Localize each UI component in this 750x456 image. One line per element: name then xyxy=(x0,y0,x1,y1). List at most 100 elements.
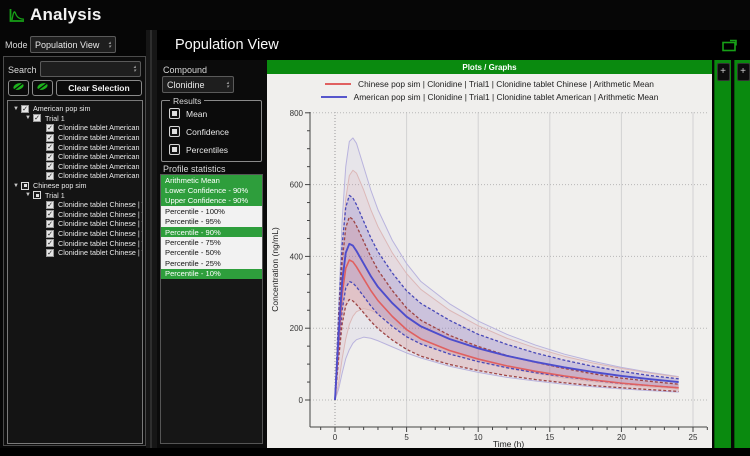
statistic-item[interactable]: Percentile - 25% xyxy=(161,258,262,268)
svg-text:600: 600 xyxy=(290,181,304,190)
tree-item[interactable]: ✓ Clonidine tablet American | Trial xyxy=(8,142,142,152)
checkbox[interactable] xyxy=(169,144,180,155)
checkbox[interactable]: ✓ xyxy=(46,230,54,238)
checkbox[interactable] xyxy=(169,126,180,137)
tree-item[interactable]: ✓ Clonidine tablet American | Trial xyxy=(8,133,142,143)
svg-text:25: 25 xyxy=(689,433,698,442)
tree-item[interactable]: ✓Clonidine tablet Chinese | Trial xyxy=(8,229,142,239)
expander-icon[interactable]: ▼ xyxy=(23,192,33,198)
results-option[interactable]: Confidence xyxy=(169,126,229,137)
tree-item-label: Clonidine tablet American | Trial xyxy=(58,133,142,142)
plot-panel: Plots / Graphs Chinese pop sim | Clonidi… xyxy=(267,60,712,448)
expander-icon[interactable]: ▼ xyxy=(11,183,21,189)
tree-item-label: Clonidine tablet American | Trial xyxy=(58,171,142,180)
checkbox[interactable]: ✓ xyxy=(21,105,29,113)
statistic-item[interactable]: Percentile - 100% xyxy=(161,206,262,216)
panel-splitter[interactable] xyxy=(146,30,157,448)
tree-item-label: Trial 1 xyxy=(45,114,65,123)
tree-item-label: Clonidine tablet American | Trial xyxy=(58,162,142,171)
plots-graphs-titlebar: Plots / Graphs xyxy=(267,60,712,74)
checkbox[interactable]: ✓ xyxy=(46,201,54,209)
checkbox[interactable]: ✓ xyxy=(46,124,54,132)
analysis-icon xyxy=(9,8,25,28)
checkbox[interactable]: ✓ xyxy=(46,220,54,228)
tree-item[interactable]: ✓Clonidine tablet Chinese | Trial xyxy=(8,200,142,210)
svg-text:10: 10 xyxy=(474,433,483,442)
bottom-bar xyxy=(0,448,750,456)
results-option[interactable]: Mean xyxy=(169,108,207,119)
checkbox[interactable]: ✓ xyxy=(46,153,54,161)
compound-select[interactable]: Clonidine ▴▾ xyxy=(162,76,234,93)
tree-item[interactable]: ✓Clonidine tablet American | Trial xyxy=(8,123,142,133)
statistic-item[interactable]: Lower Confidence - 90% xyxy=(161,185,262,195)
tree-item[interactable]: ▼✓ Trial 1 xyxy=(8,114,142,124)
checkbox[interactable]: ✓ xyxy=(46,210,54,218)
tree-item[interactable]: ✓Clonidine tablet Chinese | Trial xyxy=(8,248,142,258)
concentration-time-chart[interactable]: 05101520250200400600800Time (h)Concentra… xyxy=(267,104,712,448)
tree-item[interactable]: ▼Trial 1 xyxy=(8,190,142,200)
checkbox[interactable] xyxy=(33,191,41,199)
tree-item[interactable]: ✓ Clonidine tablet American | Trial xyxy=(8,171,142,181)
mode-label: Mode xyxy=(5,40,28,50)
spinner-arrows-icon: ▴▾ xyxy=(108,41,111,49)
compound-label: Compound xyxy=(163,65,207,75)
statistic-item[interactable]: Upper Confidence - 90% xyxy=(161,196,262,206)
svg-text:Time (h): Time (h) xyxy=(493,439,524,448)
collapsed-panel-strip-1[interactable]: + xyxy=(714,60,731,448)
page-title: Analysis xyxy=(30,5,102,25)
checkbox[interactable]: ✓ xyxy=(46,239,54,247)
statistic-item[interactable]: Percentile - 10% xyxy=(161,269,262,279)
search-input[interactable]: ▴▾ xyxy=(40,61,141,77)
legend-entry: Chinese pop sim | Clonidine | Trial1 | C… xyxy=(267,77,712,90)
show-all-button[interactable] xyxy=(8,80,29,96)
tree-item[interactable]: ▼ Chinese pop sim xyxy=(8,181,142,191)
open-in-window-icon[interactable] xyxy=(722,39,738,57)
statistic-item[interactable]: Percentile - 75% xyxy=(161,237,262,247)
checkbox[interactable]: ✓ xyxy=(46,134,54,142)
results-option[interactable]: Percentiles xyxy=(169,144,228,155)
expander-icon[interactable]: ▼ xyxy=(23,115,33,121)
statistic-item[interactable]: Percentile - 90% xyxy=(161,227,262,237)
checkbox[interactable] xyxy=(169,108,180,119)
checkbox[interactable]: ✓ xyxy=(46,172,54,180)
expand-panel-button[interactable]: + xyxy=(717,63,730,81)
search-label: Search xyxy=(8,65,37,75)
tree-item-label: Clonidine tablet Chinese | Trial xyxy=(58,210,142,219)
tree-item[interactable]: ✓ Clonidine tablet Chinese | Trial xyxy=(8,210,142,220)
mode-select[interactable]: Population View ▴▾ xyxy=(30,36,116,53)
simulation-tree: ▼✓American pop sim▼✓Trial 1✓Clonidine ta… xyxy=(7,100,143,444)
checkbox[interactable]: ✓ xyxy=(46,162,54,170)
legend-label: Chinese pop sim | Clonidine | Trial1 | C… xyxy=(358,79,654,89)
tree-item-label: Chinese pop sim xyxy=(33,181,87,190)
results-groupbox: Results MeanConfidencePercentiles xyxy=(161,100,262,162)
clear-selection-button[interactable]: Clear Selection xyxy=(56,80,142,96)
selection-panel: Search ▴▾ Clear Selection ▼✓American pop… xyxy=(3,56,146,446)
tree-item-label: Clonidine tablet Chinese | Trial xyxy=(58,239,142,248)
tree-item[interactable]: ✓Clonidine tablet American | Trial xyxy=(8,152,142,162)
tree-item-label: American pop sim xyxy=(33,104,91,113)
results-option-label: Percentiles xyxy=(186,145,228,155)
statistic-item[interactable]: Percentile - 50% xyxy=(161,248,262,258)
spinner-arrows-icon: ▴▾ xyxy=(133,65,136,73)
tree-item[interactable]: ✓ Clonidine tablet Chinese | Trial xyxy=(8,219,142,229)
settings-panel: Compound Clonidine ▴▾ Results MeanConfid… xyxy=(157,60,267,448)
svg-text:800: 800 xyxy=(290,109,304,118)
hide-all-button[interactable] xyxy=(32,80,53,96)
tree-item[interactable]: ✓ Clonidine tablet Chinese | Trial xyxy=(8,238,142,248)
checkbox[interactable] xyxy=(21,182,29,190)
checkbox[interactable]: ✓ xyxy=(46,249,54,257)
checkbox[interactable]: ✓ xyxy=(46,143,54,151)
tree-item-label: Clonidine tablet American | Trial xyxy=(58,143,142,152)
results-option-label: Mean xyxy=(186,109,207,119)
expand-panel-button[interactable]: + xyxy=(737,63,750,81)
statistic-item[interactable]: Arithmetic Mean xyxy=(161,175,262,185)
checkbox[interactable]: ✓ xyxy=(33,114,41,122)
expander-icon[interactable]: ▼ xyxy=(11,106,21,112)
collapsed-panel-strip-2[interactable]: + xyxy=(734,60,750,448)
legend-label: American pop sim | Clonidine | Trial1 | … xyxy=(354,92,659,102)
tree-item[interactable]: ✓ Clonidine tablet American | Trial xyxy=(8,162,142,172)
tree-item[interactable]: ▼✓ American pop sim xyxy=(8,104,142,114)
tree-item-label: Clonidine tablet Chinese | Trial xyxy=(58,219,142,228)
statistic-item[interactable]: Percentile - 95% xyxy=(161,217,262,227)
mode-row: Mode Population View ▴▾ xyxy=(0,30,146,56)
